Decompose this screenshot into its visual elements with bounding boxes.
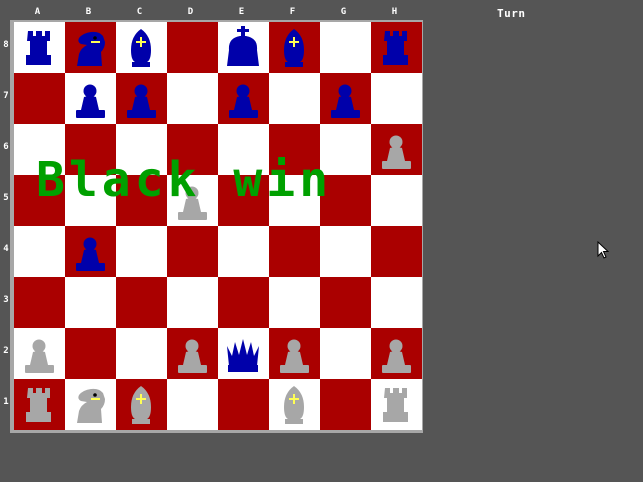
square-a1[interactable] bbox=[14, 379, 65, 430]
square-f4[interactable] bbox=[269, 226, 320, 277]
square-h8[interactable] bbox=[371, 22, 422, 73]
square-d6[interactable] bbox=[167, 124, 218, 175]
square-h2[interactable] bbox=[371, 328, 422, 379]
square-g4[interactable] bbox=[320, 226, 371, 277]
square-c6[interactable] bbox=[116, 124, 167, 175]
square-e1[interactable] bbox=[218, 379, 269, 430]
square-d3[interactable] bbox=[167, 277, 218, 328]
black-rook-icon[interactable] bbox=[14, 22, 65, 73]
square-a6[interactable] bbox=[14, 124, 65, 175]
square-b6[interactable] bbox=[65, 124, 116, 175]
square-h1[interactable] bbox=[371, 379, 422, 430]
square-e8[interactable] bbox=[218, 22, 269, 73]
file-label-a: A bbox=[34, 7, 41, 17]
square-d8[interactable] bbox=[167, 22, 218, 73]
white-bishop-icon[interactable] bbox=[269, 379, 320, 430]
white-pawn-icon[interactable] bbox=[14, 328, 65, 379]
square-d5[interactable] bbox=[167, 175, 218, 226]
square-e7[interactable] bbox=[218, 73, 269, 124]
square-h6[interactable] bbox=[371, 124, 422, 175]
white-pawn-icon[interactable] bbox=[167, 175, 218, 226]
square-b7[interactable] bbox=[65, 73, 116, 124]
black-bishop-icon[interactable] bbox=[269, 22, 320, 73]
square-c3[interactable] bbox=[116, 277, 167, 328]
white-pawn-icon[interactable] bbox=[167, 328, 218, 379]
white-pawn-icon[interactable] bbox=[269, 328, 320, 379]
file-label-b: B bbox=[85, 7, 92, 17]
square-g6[interactable] bbox=[320, 124, 371, 175]
square-a8[interactable] bbox=[14, 22, 65, 73]
square-g5[interactable] bbox=[320, 175, 371, 226]
board-squares bbox=[14, 22, 422, 430]
black-pawn-icon[interactable] bbox=[218, 73, 269, 124]
file-label-g: G bbox=[340, 7, 347, 17]
file-label-c: C bbox=[136, 7, 143, 17]
square-f6[interactable] bbox=[269, 124, 320, 175]
file-label-e: E bbox=[238, 7, 245, 17]
black-pawn-icon[interactable] bbox=[65, 73, 116, 124]
square-b4[interactable] bbox=[65, 226, 116, 277]
square-c5[interactable] bbox=[116, 175, 167, 226]
white-rook-icon[interactable] bbox=[14, 379, 65, 430]
square-g3[interactable] bbox=[320, 277, 371, 328]
square-d1[interactable] bbox=[167, 379, 218, 430]
file-label-h: H bbox=[391, 7, 398, 17]
square-c8[interactable] bbox=[116, 22, 167, 73]
square-e4[interactable] bbox=[218, 226, 269, 277]
white-rook-icon[interactable] bbox=[371, 379, 422, 430]
square-b5[interactable] bbox=[65, 175, 116, 226]
white-pawn-icon[interactable] bbox=[371, 124, 422, 175]
square-e2[interactable] bbox=[218, 328, 269, 379]
square-c1[interactable] bbox=[116, 379, 167, 430]
square-h4[interactable] bbox=[371, 226, 422, 277]
white-pawn-icon[interactable] bbox=[371, 328, 422, 379]
square-f3[interactable] bbox=[269, 277, 320, 328]
square-c2[interactable] bbox=[116, 328, 167, 379]
square-a4[interactable] bbox=[14, 226, 65, 277]
square-a2[interactable] bbox=[14, 328, 65, 379]
square-g2[interactable] bbox=[320, 328, 371, 379]
square-f5[interactable] bbox=[269, 175, 320, 226]
file-label-f: F bbox=[289, 7, 296, 17]
square-d4[interactable] bbox=[167, 226, 218, 277]
square-h5[interactable] bbox=[371, 175, 422, 226]
white-bishop-icon[interactable] bbox=[116, 379, 167, 430]
mouse-cursor-icon bbox=[597, 241, 609, 259]
square-h7[interactable] bbox=[371, 73, 422, 124]
turn-label: Turn bbox=[497, 7, 526, 20]
chess-board bbox=[10, 20, 423, 433]
square-f2[interactable] bbox=[269, 328, 320, 379]
black-rook-icon[interactable] bbox=[371, 22, 422, 73]
white-knight-icon[interactable] bbox=[65, 379, 116, 430]
square-g8[interactable] bbox=[320, 22, 371, 73]
square-c4[interactable] bbox=[116, 226, 167, 277]
square-f1[interactable] bbox=[269, 379, 320, 430]
square-d2[interactable] bbox=[167, 328, 218, 379]
square-a7[interactable] bbox=[14, 73, 65, 124]
square-h3[interactable] bbox=[371, 277, 422, 328]
square-e3[interactable] bbox=[218, 277, 269, 328]
square-b1[interactable] bbox=[65, 379, 116, 430]
square-d7[interactable] bbox=[167, 73, 218, 124]
square-e5[interactable] bbox=[218, 175, 269, 226]
square-f8[interactable] bbox=[269, 22, 320, 73]
black-pawn-icon[interactable] bbox=[65, 226, 116, 277]
black-knight-icon[interactable] bbox=[65, 22, 116, 73]
square-c7[interactable] bbox=[116, 73, 167, 124]
square-e6[interactable] bbox=[218, 124, 269, 175]
square-b3[interactable] bbox=[65, 277, 116, 328]
square-g7[interactable] bbox=[320, 73, 371, 124]
square-b2[interactable] bbox=[65, 328, 116, 379]
square-a3[interactable] bbox=[14, 277, 65, 328]
square-a5[interactable] bbox=[14, 175, 65, 226]
black-bishop-icon[interactable] bbox=[116, 22, 167, 73]
black-queen-icon[interactable] bbox=[218, 328, 269, 379]
black-pawn-icon[interactable] bbox=[116, 73, 167, 124]
black-king-icon[interactable] bbox=[218, 22, 269, 73]
black-pawn-icon[interactable] bbox=[320, 73, 371, 124]
file-label-d: D bbox=[187, 7, 194, 17]
square-f7[interactable] bbox=[269, 73, 320, 124]
square-b8[interactable] bbox=[65, 22, 116, 73]
square-g1[interactable] bbox=[320, 379, 371, 430]
